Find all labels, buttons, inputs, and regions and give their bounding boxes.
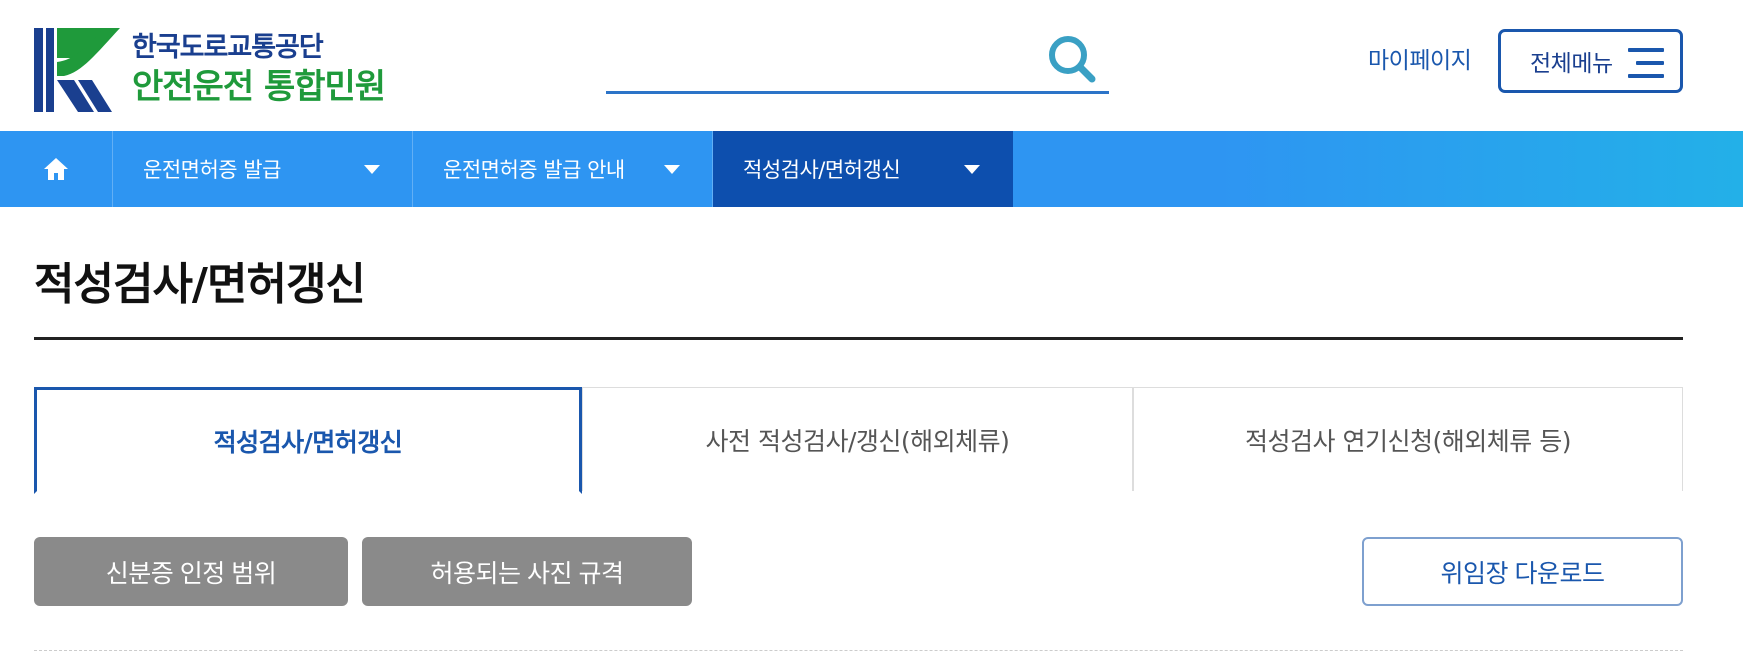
logo-service-name: 안전운전 통합민원	[132, 67, 386, 107]
nav-item-aptitude-renewal[interactable]: 적성검사/면허갱신	[713, 131, 1013, 207]
page-title: 적성검사/면허갱신	[34, 259, 366, 310]
tab-aptitude-renewal[interactable]: 적성검사/면허갱신	[34, 387, 582, 494]
home-icon	[44, 158, 68, 180]
search-icon	[1049, 36, 1096, 83]
nav-item-label: 적성검사/면허갱신	[743, 158, 901, 182]
nav-item-license-issue[interactable]: 운전면허증 발급	[113, 131, 413, 207]
site-logo[interactable]: 한국도로교통공단 안전운전 통합민원	[34, 28, 404, 112]
content-tabs: 적성검사/면허갱신 사전 적성검사/갱신(해외체류) 적성검사 연기신청(해외체…	[34, 387, 1683, 494]
proxy-download-button[interactable]: 위임장 다운로드	[1362, 537, 1683, 606]
mypage-link[interactable]: 마이페이지	[1368, 44, 1472, 78]
search-button[interactable]	[1045, 32, 1101, 88]
main-nav: 운전면허증 발급 운전면허증 발급 안내 적성검사/면허갱신	[0, 131, 1743, 207]
nav-item-label: 운전면허증 발급	[143, 158, 281, 182]
photo-spec-button[interactable]: 허용되는 사진 규격	[362, 537, 692, 606]
search-bar	[606, 28, 1109, 94]
search-input[interactable]	[606, 36, 1036, 82]
site-header: 한국도로교통공단 안전운전 통합민원 마이페이지 전체메뉴	[0, 0, 1743, 131]
logo-mark-icon	[34, 28, 120, 112]
logo-org-name: 한국도로교통공단	[132, 32, 324, 63]
section-divider	[34, 650, 1683, 651]
id-scope-button[interactable]: 신분증 인정 범위	[34, 537, 348, 606]
logo-text: 한국도로교통공단 안전운전 통합민원	[132, 31, 386, 109]
caret-down-icon	[964, 165, 980, 174]
caret-down-icon	[664, 165, 680, 174]
caret-down-icon	[364, 165, 380, 174]
nav-home-button[interactable]	[0, 131, 113, 207]
nav-item-license-guide[interactable]: 운전면허증 발급 안내	[413, 131, 713, 207]
allmenu-label: 전체메뉴	[1530, 51, 1613, 77]
allmenu-button[interactable]: 전체메뉴	[1498, 29, 1683, 93]
hamburger-icon	[1628, 48, 1664, 78]
nav-item-label: 운전면허증 발급 안내	[443, 158, 625, 182]
title-divider	[34, 337, 1683, 340]
tab-postpone-request[interactable]: 적성검사 연기신청(해외체류 등)	[1133, 387, 1683, 491]
tab-overseas-pre-renewal[interactable]: 사전 적성검사/갱신(해외체류)	[582, 387, 1133, 491]
